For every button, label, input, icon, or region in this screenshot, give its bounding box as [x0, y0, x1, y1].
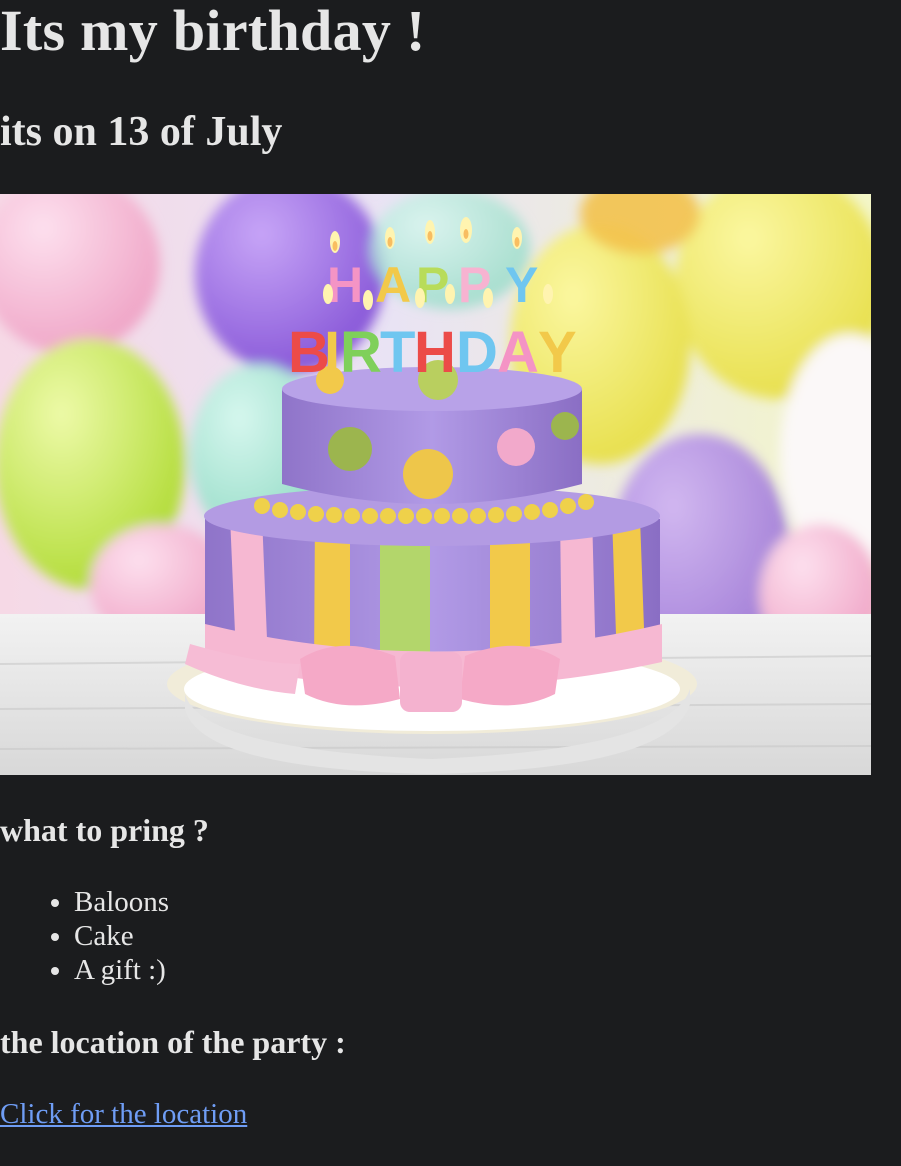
bring-list: Baloons Cake A gift :) [0, 885, 169, 987]
svg-text:T: T [380, 320, 415, 385]
svg-text:Y: Y [505, 257, 538, 313]
svg-text:H: H [414, 320, 456, 385]
svg-text:Y: Y [538, 320, 577, 385]
svg-text:A: A [497, 320, 539, 385]
svg-text:R: R [340, 320, 382, 385]
svg-text:A: A [375, 257, 411, 313]
page-title: Its my birthday ! [0, 0, 426, 63]
svg-text:I: I [324, 320, 340, 385]
list-item: Baloons [74, 885, 169, 919]
location-link[interactable]: Click for the location [0, 1097, 247, 1131]
birthday-cake-image: H A P P Y B I R T H D A Y [0, 194, 871, 775]
svg-text:H: H [327, 257, 363, 313]
bring-heading: what to pring ? [0, 812, 209, 848]
date-heading: its on 13 of July [0, 109, 283, 155]
location-heading: the location of the party : [0, 1024, 346, 1060]
list-item: Cake [74, 919, 169, 953]
svg-text:D: D [456, 320, 498, 385]
list-item: A gift :) [74, 953, 169, 987]
